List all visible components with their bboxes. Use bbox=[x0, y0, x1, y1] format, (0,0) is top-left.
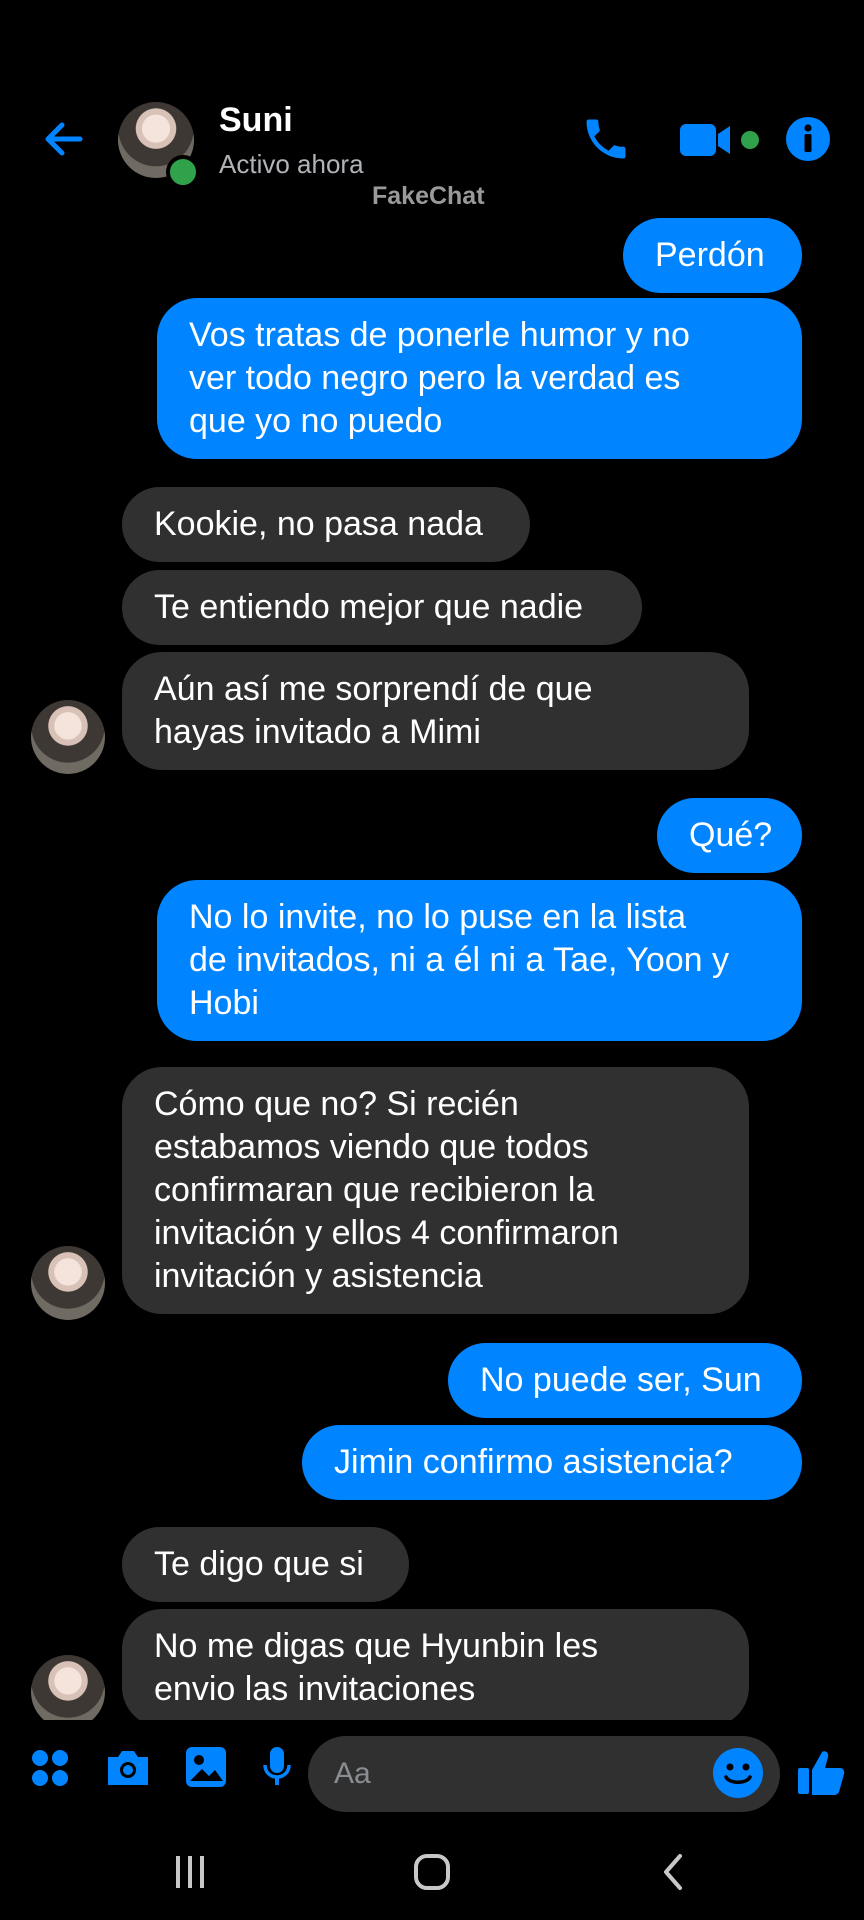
video-camera-icon[interactable] bbox=[678, 118, 734, 162]
contact-status: Activo ahora bbox=[219, 149, 364, 179]
gallery-icon[interactable] bbox=[184, 1745, 228, 1789]
home-icon[interactable] bbox=[412, 1852, 452, 1892]
outgoing-message[interactable]: Perdón bbox=[623, 218, 802, 293]
phone-icon[interactable] bbox=[580, 113, 632, 165]
incoming-message[interactable]: Te entiendo mejor que nadie bbox=[122, 570, 642, 645]
info-icon[interactable] bbox=[785, 116, 831, 162]
online-indicator bbox=[166, 155, 200, 189]
message-input[interactable] bbox=[308, 1736, 780, 1812]
camera-icon[interactable] bbox=[104, 1746, 152, 1788]
chat-header: Suni Activo ahora FakeChat bbox=[0, 0, 864, 210]
back-arrow-icon[interactable] bbox=[40, 115, 88, 163]
apps-icon[interactable] bbox=[30, 1748, 70, 1788]
back-nav-icon[interactable] bbox=[654, 1852, 694, 1892]
outgoing-message[interactable]: Jimin confirmo asistencia? bbox=[302, 1425, 802, 1500]
watermark: FakeChat bbox=[372, 182, 485, 210]
outgoing-message[interactable]: Vos tratas de ponerle humor y no ver tod… bbox=[157, 298, 802, 459]
incoming-message[interactable]: No me digas que Hyunbin les envio las in… bbox=[122, 1609, 749, 1727]
contact-avatar-small[interactable] bbox=[31, 1246, 105, 1320]
video-active-dot bbox=[741, 131, 759, 149]
outgoing-message[interactable]: No lo invite, no lo puse en la lista de … bbox=[157, 880, 802, 1041]
microphone-icon[interactable] bbox=[262, 1745, 292, 1789]
outgoing-message[interactable]: Qué? bbox=[657, 798, 802, 873]
system-navigation-bar bbox=[0, 1830, 864, 1920]
recent-apps-icon[interactable] bbox=[170, 1852, 210, 1892]
incoming-message[interactable]: Cómo que no? Si recién estabamos viendo … bbox=[122, 1067, 749, 1314]
outgoing-message[interactable]: No puede ser, Sun bbox=[448, 1343, 802, 1418]
thumbs-up-icon[interactable] bbox=[796, 1746, 848, 1798]
incoming-message[interactable]: Te digo que si bbox=[122, 1527, 409, 1602]
contact-name[interactable]: Suni bbox=[219, 101, 293, 140]
contact-avatar-small[interactable] bbox=[31, 700, 105, 774]
emoji-icon[interactable] bbox=[712, 1747, 764, 1799]
incoming-message[interactable]: Aún así me sorprendí de que hayas invita… bbox=[122, 652, 749, 770]
contact-avatar-small[interactable] bbox=[31, 1655, 105, 1729]
incoming-message[interactable]: Kookie, no pasa nada bbox=[122, 487, 530, 562]
